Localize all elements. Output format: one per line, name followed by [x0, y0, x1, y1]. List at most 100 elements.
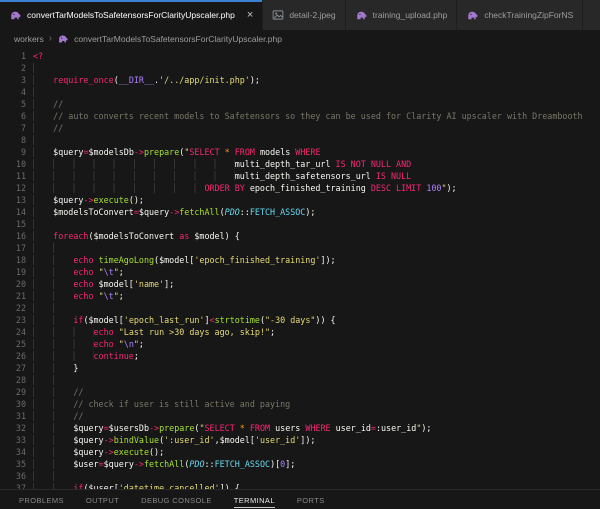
panel-tab-label: OUTPUT [86, 493, 119, 508]
code-line[interactable]: 8 [0, 134, 600, 146]
code-line[interactable]: 2 [0, 62, 600, 74]
code-line[interactable]: 28 [0, 374, 600, 386]
code-text: multi_depth_tar_url IS NOT NULL AND [33, 158, 411, 170]
indent-guides [33, 75, 53, 85]
code-line[interactable]: 16 foreach($modelsToConvert as $model) { [0, 230, 600, 242]
code-line[interactable]: 19 echo "\t"; [0, 266, 600, 278]
line-number: 19 [0, 266, 26, 278]
code-token: WHERE [305, 423, 330, 433]
code-token: ; [270, 327, 275, 337]
code-token: <? [33, 51, 43, 61]
line-number: 4 [0, 86, 26, 98]
code-line[interactable]: 6 // auto converts recent models to Safe… [0, 110, 600, 122]
code-line[interactable]: 3 require_once(__DIR__.'/../app/init.php… [0, 74, 600, 86]
code-token: foreach [53, 231, 88, 241]
breadcrumb: workers › convertTarModelsToSafetensorsF… [0, 30, 600, 48]
tab-check-training-zip[interactable]: checkTrainingZipForNS [457, 0, 583, 30]
line-number: 12 [0, 182, 26, 194]
tab-convert-tar-models-php[interactable]: convertTarModelsToSafetensorsForClarityU… [0, 0, 263, 30]
indent-guides [33, 243, 73, 253]
code-line[interactable]: 9 $query=$modelsDb->prepare("SELECT * FR… [0, 146, 600, 158]
indent-guides [33, 327, 94, 337]
code-token: // [53, 123, 63, 133]
code-line[interactable]: 17 [0, 242, 600, 254]
close-icon[interactable]: × [247, 10, 253, 21]
tab-label: training_upload.php [373, 10, 448, 20]
code-token: ; [139, 339, 144, 349]
indent-guides [33, 351, 94, 361]
code-line[interactable]: 30 // check if user is still active and … [0, 398, 600, 410]
code-line[interactable]: 26 continue; [0, 350, 600, 362]
code-token: as [179, 231, 189, 241]
panel-tab-terminal[interactable]: TERMINAL [223, 490, 286, 509]
code-line[interactable]: 22 [0, 302, 600, 314]
indent-guides [33, 399, 73, 409]
code-line[interactable]: 25 echo "\n"; [0, 338, 600, 350]
code-token: PDO [189, 459, 204, 469]
code-line[interactable]: 27 } [0, 362, 600, 374]
code-token: \t [104, 291, 114, 301]
code-token: ,$model[ [215, 435, 255, 445]
code-token: echo [73, 279, 93, 289]
code-line[interactable]: 37 if($user['datetime_cancelled']) { [0, 482, 600, 489]
code-line[interactable]: 33 $query->bindValue(':user_id',$model['… [0, 434, 600, 446]
code-line[interactable]: 13 $query->execute(); [0, 194, 600, 206]
code-token: FROM [250, 423, 270, 433]
indent-guides [33, 291, 73, 301]
code-line[interactable]: 4 [0, 86, 600, 98]
breadcrumb-folder[interactable]: workers [14, 34, 44, 44]
code-token: execute [94, 195, 129, 205]
code-token: multi_depth_tar_url [235, 159, 336, 169]
code-line[interactable]: 32 $query=$usersDb->prepare("SELECT * FR… [0, 422, 600, 434]
code-token: $model[ [94, 279, 134, 289]
code-line[interactable]: 18 echo timeAgoLong($model['epoch_finish… [0, 254, 600, 266]
code-token: -> [134, 459, 144, 469]
code-line[interactable]: 29 // [0, 386, 600, 398]
code-token: "Last run >30 days ago, skip!" [119, 327, 270, 337]
panel-tab-debug-console[interactable]: DEBUG CONSOLE [130, 490, 223, 509]
code-line[interactable]: 24 echo "Last run >30 days ago, skip!"; [0, 326, 600, 338]
code-token: ]); [320, 255, 335, 265]
code-line[interactable]: 1<? [0, 50, 600, 62]
code-token: SELECT [204, 423, 234, 433]
code-text [33, 302, 73, 314]
code-line[interactable]: 7 // [0, 122, 600, 134]
code-line[interactable]: 21 echo "\t"; [0, 290, 600, 302]
tab-detail-2-jpeg[interactable]: detail-2.jpeg [263, 0, 345, 30]
code-token: require_once [53, 75, 114, 85]
code-line[interactable]: 36 [0, 470, 600, 482]
code-line[interactable]: 15 [0, 218, 600, 230]
code-token: FETCH_ASSOC [250, 207, 305, 217]
indent-guides [33, 447, 73, 457]
code-line[interactable]: 10 multi_depth_tar_url IS NOT NULL AND [0, 158, 600, 170]
code-line[interactable]: 20 echo $model['name']; [0, 278, 600, 290]
code-token: 'user_id' [255, 435, 300, 445]
code-line[interactable]: 35 $user=$query->fetchAll(PDO::FETCH_ASS… [0, 458, 600, 470]
code-token: -> [169, 207, 179, 217]
code-token: )[ [270, 459, 280, 469]
code-text: echo "\t"; [33, 290, 124, 302]
code-text: echo "\t"; [33, 266, 124, 278]
code-line[interactable]: 14 $modelsToConvert=$query->fetchAll(PDO… [0, 206, 600, 218]
indent-guides [33, 87, 53, 97]
code-line[interactable]: 23 if($model['epoch_last_run']<strtotime… [0, 314, 600, 326]
code-line[interactable]: 34 $query->execute(); [0, 446, 600, 458]
breadcrumb-file[interactable]: convertTarModelsToSafetensorsForClarityU… [74, 34, 282, 44]
panel-tab-output[interactable]: OUTPUT [75, 490, 130, 509]
tab-training-upload-php[interactable]: training_upload.php [346, 0, 458, 30]
code-line[interactable]: 11 multi_depth_safetensors_url IS NULL [0, 170, 600, 182]
line-number: 24 [0, 326, 26, 338]
line-number: 23 [0, 314, 26, 326]
code-token: "-30 days" [265, 315, 315, 325]
panel-tab-ports[interactable]: PORTS [286, 490, 336, 509]
code-token: echo [73, 291, 93, 301]
code-line[interactable]: 5 // [0, 98, 600, 110]
code-token: ORDER BY [204, 183, 244, 193]
code-editor[interactable]: 1<?2 3 require_once(__DIR__.'/../app/ini… [0, 48, 600, 489]
code-token: $query [139, 207, 169, 217]
code-line[interactable]: 12 ORDER BY epoch_finished_training DESC… [0, 182, 600, 194]
indent-guides [33, 363, 73, 373]
code-line[interactable]: 31 // [0, 410, 600, 422]
panel-tab-problems[interactable]: PROBLEMS [8, 490, 75, 509]
code-token: echo [73, 255, 93, 265]
